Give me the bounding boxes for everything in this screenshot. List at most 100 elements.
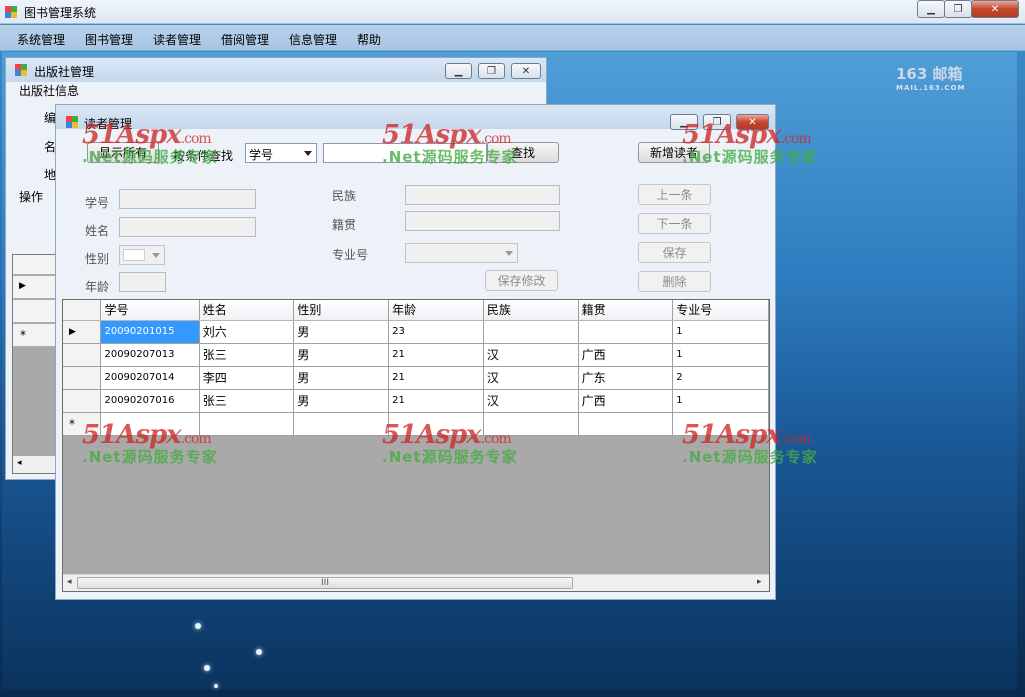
scroll-right-icon[interactable]: ▸ bbox=[757, 577, 762, 587]
major-no-label: 专业号 bbox=[332, 248, 369, 262]
cell-student-id[interactable]: 20090207014 bbox=[100, 366, 200, 390]
student-id-label: 学号 bbox=[85, 196, 110, 210]
chevron-down-icon bbox=[505, 251, 513, 256]
search-field-select[interactable]: 学号 bbox=[245, 143, 317, 163]
cell-age[interactable]: 23 bbox=[388, 320, 484, 344]
grid-horizontal-scrollbar[interactable]: ◂ III ▸ bbox=[63, 574, 769, 591]
name-label: 姓名 bbox=[85, 224, 110, 238]
watermark-logo: 51Aspx.com .Net源码服务专家 bbox=[82, 120, 218, 166]
publisher-window-title: 出版社管理 bbox=[34, 65, 95, 79]
cell-name[interactable]: 张三 bbox=[199, 389, 295, 413]
delete-button[interactable]: 删除 bbox=[638, 271, 711, 292]
publisher-grid[interactable]: ▶ * ◂ bbox=[12, 254, 58, 474]
cell-student-id[interactable]: 20090207016 bbox=[100, 389, 200, 413]
save-edit-button[interactable]: 保存修改 bbox=[485, 270, 558, 291]
age-label: 年龄 bbox=[85, 280, 110, 294]
native-place-field[interactable] bbox=[405, 211, 560, 231]
column-header-age[interactable]: 年龄 bbox=[388, 300, 484, 321]
grid-header-row: 学号 姓名 性别 年龄 民族 籍贯 专业号 bbox=[63, 300, 769, 321]
cell-ethnicity[interactable] bbox=[483, 320, 579, 344]
cell-ethnicity[interactable]: 汉 bbox=[483, 343, 579, 367]
watermark-logo: 51Aspx.com .Net源码服务专家 bbox=[682, 120, 818, 166]
publisher-close-button[interactable]: ✕ bbox=[511, 63, 541, 79]
bubble-icon bbox=[214, 684, 218, 688]
prev-record-button[interactable]: 上一条 bbox=[638, 184, 711, 205]
watermark-logo: 51Aspx.com .Net源码服务专家 bbox=[382, 420, 518, 466]
chevron-down-icon bbox=[304, 151, 312, 156]
cell-name[interactable]: 李四 bbox=[199, 366, 295, 390]
window-icon bbox=[15, 64, 27, 76]
scroll-thumb[interactable]: III bbox=[77, 577, 573, 589]
table-row[interactable]: 20090207013 张三 男 21 汉 广西 1 bbox=[63, 343, 769, 367]
row-indicator-icon: ▶ bbox=[63, 320, 102, 344]
native-place-label: 籍贯 bbox=[332, 218, 357, 232]
menu-readers[interactable]: 读者管理 bbox=[153, 31, 201, 48]
main-maximize-button[interactable]: ❐ bbox=[944, 0, 972, 18]
gender-select[interactable] bbox=[119, 245, 165, 265]
column-header-gender[interactable]: 性别 bbox=[293, 300, 390, 321]
chevron-down-icon bbox=[152, 253, 160, 258]
cell-major-no[interactable]: 1 bbox=[672, 389, 769, 413]
cell-major-no[interactable]: 2 bbox=[672, 366, 769, 390]
publisher-window-titlebar[interactable]: 出版社管理 ▁ ❐ ✕ bbox=[6, 58, 546, 82]
ethnicity-field[interactable] bbox=[405, 185, 560, 205]
cell-student-id[interactable]: 20090201015 bbox=[100, 320, 200, 344]
ethnicity-label: 民族 bbox=[332, 189, 357, 203]
menu-books[interactable]: 图书管理 bbox=[85, 31, 133, 48]
cell-native-place[interactable]: 广东 bbox=[578, 366, 674, 390]
table-row[interactable]: 20090207014 李四 男 21 汉 广东 2 bbox=[63, 366, 769, 390]
cell-gender[interactable]: 男 bbox=[293, 343, 390, 367]
bubble-icon bbox=[256, 649, 262, 655]
publisher-maximize-button[interactable]: ❐ bbox=[478, 63, 505, 79]
student-id-field[interactable] bbox=[119, 189, 256, 209]
cell-age[interactable]: 21 bbox=[388, 343, 484, 367]
table-row[interactable]: ▶ 20090201015 刘六 男 23 1 bbox=[63, 320, 769, 344]
mail-163-logo: 163 邮箱 MAIL.163.COM bbox=[896, 65, 966, 92]
new-row-icon: * bbox=[13, 324, 57, 347]
cell-major-no[interactable]: 1 bbox=[672, 320, 769, 344]
menu-borrowing[interactable]: 借阅管理 bbox=[221, 31, 269, 48]
cell-gender[interactable]: 男 bbox=[293, 389, 390, 413]
column-header-name[interactable]: 姓名 bbox=[199, 300, 295, 321]
cell-age[interactable]: 21 bbox=[388, 366, 484, 390]
next-record-button[interactable]: 下一条 bbox=[638, 213, 711, 234]
cell-native-place[interactable]: 广西 bbox=[578, 343, 674, 367]
column-header-native-place[interactable]: 籍贯 bbox=[578, 300, 674, 321]
bubble-icon bbox=[204, 665, 210, 671]
row-indicator-icon: ▶ bbox=[13, 276, 57, 299]
watermark-logo: 51Aspx.com .Net源码服务专家 bbox=[82, 420, 218, 466]
main-close-button[interactable]: ✕ bbox=[971, 0, 1019, 18]
main-minimize-button[interactable]: ▁ bbox=[917, 0, 945, 18]
cell-name[interactable]: 张三 bbox=[199, 343, 295, 367]
cell-name[interactable]: 刘六 bbox=[199, 320, 295, 344]
bubble-icon bbox=[195, 623, 201, 629]
cell-major-no[interactable]: 1 bbox=[672, 343, 769, 367]
cell-native-place[interactable] bbox=[578, 320, 674, 344]
menu-system[interactable]: 系统管理 bbox=[17, 31, 65, 48]
cell-ethnicity[interactable]: 汉 bbox=[483, 366, 579, 390]
publisher-minimize-button[interactable]: ▁ bbox=[445, 63, 472, 79]
cell-native-place[interactable]: 广西 bbox=[578, 389, 674, 413]
major-no-select[interactable] bbox=[405, 243, 518, 263]
table-row[interactable]: 20090207016 张三 男 21 汉 广西 1 bbox=[63, 389, 769, 413]
age-field[interactable] bbox=[119, 272, 166, 292]
scroll-left-icon[interactable]: ◂ bbox=[67, 577, 72, 587]
cell-ethnicity[interactable]: 汉 bbox=[483, 389, 579, 413]
watermark-logo: 51Aspx.com .Net源码服务专家 bbox=[682, 420, 818, 466]
name-field[interactable] bbox=[119, 217, 256, 237]
cell-gender[interactable]: 男 bbox=[293, 366, 390, 390]
column-header-ethnicity[interactable]: 民族 bbox=[483, 300, 579, 321]
publisher-group-label: 出版社信息 bbox=[19, 84, 80, 98]
cell-age[interactable]: 21 bbox=[388, 389, 484, 413]
menu-help[interactable]: 帮助 bbox=[357, 31, 381, 48]
watermark-logo: 51Aspx.com .Net源码服务专家 bbox=[382, 120, 518, 166]
save-button[interactable]: 保存 bbox=[638, 242, 711, 263]
cell-student-id[interactable]: 20090207013 bbox=[100, 343, 200, 367]
column-header-student-id[interactable]: 学号 bbox=[100, 300, 200, 321]
menu-info[interactable]: 信息管理 bbox=[289, 31, 337, 48]
window-icon bbox=[66, 116, 78, 128]
main-title-bar: 图书管理系统 ▁ ❐ ✕ bbox=[0, 0, 1025, 24]
column-header-major-no[interactable]: 专业号 bbox=[672, 300, 769, 321]
app-icon bbox=[5, 6, 17, 18]
cell-gender[interactable]: 男 bbox=[293, 320, 390, 344]
